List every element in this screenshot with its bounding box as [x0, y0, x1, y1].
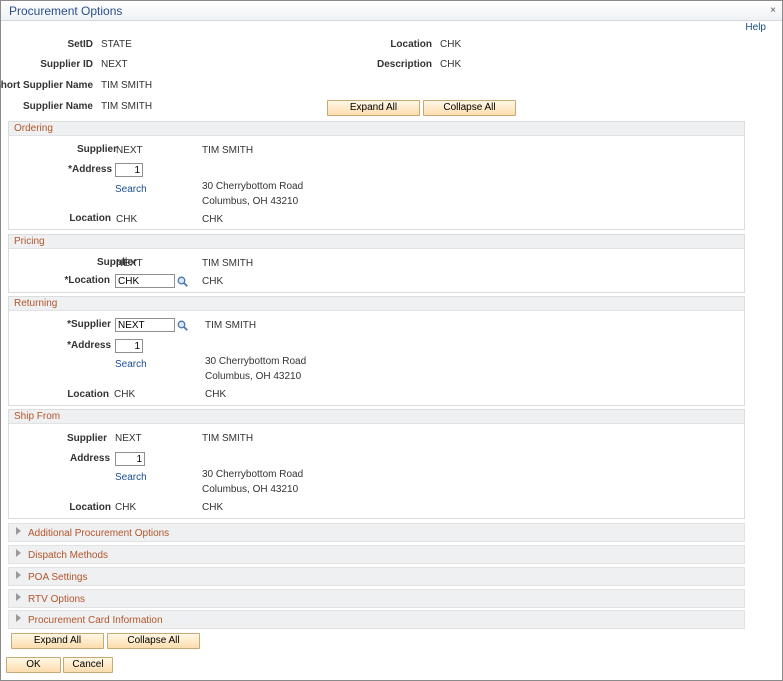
short-supplier-name-label: Short Supplier Name [0, 80, 93, 91]
cancel-button[interactable]: Cancel [63, 657, 113, 673]
procurement-options-window: Procurement Options × Help SetID STATE S… [0, 0, 783, 681]
section-label: Additional Procurement Options [28, 528, 170, 539]
returning-supplier-label: *Supplier [67, 319, 111, 330]
returning-section: Returning *Supplier TIM SMITH *Address S… [8, 296, 745, 406]
dispatch-methods-section[interactable]: Dispatch Methods [8, 545, 745, 564]
expand-arrow-icon [16, 593, 21, 601]
collapse-all-button-bottom[interactable]: Collapse All [107, 633, 200, 649]
ordering-search-link[interactable]: Search [115, 184, 147, 195]
description-value: CHK [440, 59, 462, 70]
pricing-supplier-name: TIM SMITH [202, 258, 254, 269]
supplier-id-label: Supplier ID [40, 59, 93, 70]
ship-from-section: Ship From Supplier NEXT TIM SMITH Addres… [8, 409, 745, 519]
returning-supplier-name: TIM SMITH [205, 320, 257, 331]
ship-from-location-value: CHK [115, 502, 137, 513]
ship-from-supplier-label: Supplier [66, 433, 107, 444]
ordering-location-label: Location [69, 213, 111, 224]
ok-button[interactable]: OK [6, 657, 61, 673]
section-label: POA Settings [28, 572, 88, 583]
ship-from-supplier-name: TIM SMITH [202, 433, 254, 444]
returning-supplier-lookup-icon[interactable] [177, 320, 188, 331]
ship-from-address-label: Address [69, 453, 110, 464]
pricing-section: Pricing Supplier NEXT TIM SMITH *Locatio… [8, 234, 745, 293]
ordering-address-line2: Columbus, OH 43210 [202, 196, 299, 207]
poa-settings-section[interactable]: POA Settings [8, 567, 745, 586]
section-label: Dispatch Methods [28, 550, 109, 561]
ordering-section: Ordering Supplier NEXT TIM SMITH *Addres… [8, 121, 745, 230]
returning-address-input[interactable] [115, 339, 143, 353]
expand-arrow-icon [16, 614, 21, 622]
returning-supplier-input[interactable] [115, 318, 175, 332]
expand-all-button-top[interactable]: Expand All [327, 100, 420, 116]
returning-location-desc: CHK [205, 389, 227, 400]
pricing-location-desc: CHK [202, 276, 224, 287]
ship-from-section-title[interactable]: Ship From [9, 410, 744, 424]
ship-from-location-label: Location [69, 502, 111, 513]
supplier-id-value: NEXT [101, 59, 128, 70]
setid-value: STATE [101, 39, 132, 50]
ship-from-address-line2: Columbus, OH 43210 [202, 484, 299, 495]
ordering-address-line1: 30 Cherrybottom Road [202, 181, 304, 192]
ship-from-location-desc: CHK [202, 502, 224, 513]
ordering-supplier-label: Supplier [76, 144, 117, 155]
ordering-supplier-value: NEXT [116, 145, 143, 156]
expand-arrow-icon [16, 571, 21, 579]
location-value: CHK [440, 39, 462, 50]
returning-section-title[interactable]: Returning [9, 297, 744, 311]
expand-arrow-icon [16, 549, 21, 557]
section-label: RTV Options [28, 594, 86, 605]
ordering-section-title[interactable]: Ordering [9, 122, 744, 136]
ordering-address-input[interactable] [115, 163, 143, 177]
returning-search-link[interactable]: Search [115, 359, 147, 370]
pricing-supplier-value: NEXT [116, 258, 143, 269]
help-link[interactable]: Help [745, 22, 766, 33]
ordering-location-desc: CHK [202, 214, 224, 225]
pricing-location-label: *Location [64, 275, 110, 286]
expand-all-button-bottom[interactable]: Expand All [11, 633, 104, 649]
ordering-address-label: *Address [68, 164, 112, 175]
ship-from-address-line1: 30 Cherrybottom Road [202, 469, 304, 480]
procurement-card-information-section[interactable]: Procurement Card Information [8, 610, 745, 629]
pricing-location-lookup-icon[interactable] [177, 276, 188, 287]
close-icon[interactable]: × [770, 5, 776, 16]
additional-procurement-options-section[interactable]: Additional Procurement Options [8, 523, 745, 542]
description-label: Description [376, 59, 432, 70]
pricing-location-input[interactable] [115, 274, 175, 288]
title-bar: Procurement Options × [1, 1, 782, 21]
ship-from-supplier-value: NEXT [115, 433, 142, 444]
ship-from-search-link[interactable]: Search [115, 472, 147, 483]
section-label: Procurement Card Information [28, 615, 163, 626]
pricing-section-title[interactable]: Pricing [9, 235, 744, 249]
supplier-name-value: TIM SMITH [101, 101, 153, 112]
window-title: Procurement Options [9, 4, 123, 18]
short-supplier-name-value: TIM SMITH [101, 80, 153, 91]
supplier-name-label: Supplier Name [22, 101, 93, 112]
ordering-supplier-name: TIM SMITH [202, 145, 254, 156]
expand-arrow-icon [16, 527, 21, 535]
returning-address-line2: Columbus, OH 43210 [205, 371, 302, 382]
rtv-options-section[interactable]: RTV Options [8, 589, 745, 608]
returning-location-label: Location [67, 389, 109, 400]
ship-from-address-input[interactable] [115, 452, 145, 466]
setid-label: SetID [67, 39, 93, 50]
returning-address-line1: 30 Cherrybottom Road [205, 356, 307, 367]
returning-address-label: *Address [67, 340, 111, 351]
location-label: Location [390, 39, 432, 50]
collapse-all-button-top[interactable]: Collapse All [423, 100, 516, 116]
ordering-location-value: CHK [116, 214, 138, 225]
returning-location-value: CHK [114, 389, 136, 400]
